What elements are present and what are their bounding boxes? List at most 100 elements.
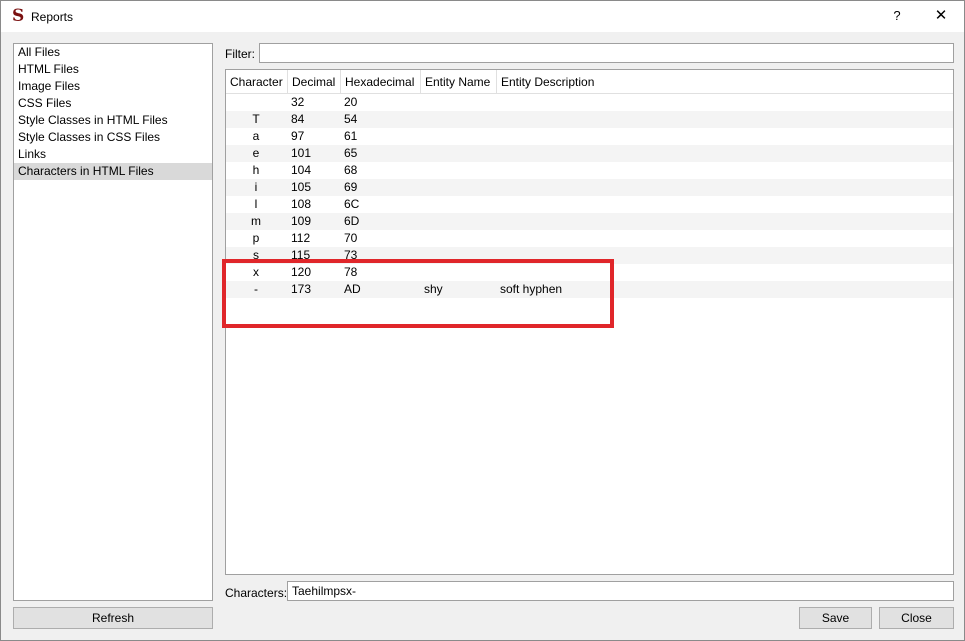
cell-entity-name — [424, 128, 498, 145]
sidebar-item[interactable]: Characters in HTML Files — [14, 163, 212, 180]
column-header-character[interactable]: Character — [226, 70, 288, 94]
characters-label: Characters: — [225, 586, 288, 600]
help-button[interactable]: ? — [885, 5, 909, 29]
cell-decimal: 104 — [291, 163, 312, 177]
cell-entity-description — [500, 145, 700, 162]
table-row[interactable]: x 120 78 — [226, 264, 953, 281]
cell-hexadecimal: 68 — [344, 163, 358, 177]
save-button[interactable]: Save — [799, 607, 872, 629]
filter-input[interactable] — [259, 43, 954, 63]
cell-entity-name — [424, 230, 498, 247]
table-header: ^ Character Decimal Hexadecimal Entity N… — [226, 70, 953, 94]
cell-entity-name: shy — [424, 282, 443, 296]
cell-decimal: 97 — [291, 129, 305, 143]
table-row[interactable]: T 84 54 — [226, 111, 953, 128]
report-type-list: All Files HTML Files Image Files CSS Files S… — [13, 43, 213, 601]
cell-entity-name — [424, 196, 498, 213]
cell-entity-name — [424, 162, 498, 179]
cell-decimal: 173 — [291, 282, 312, 296]
cell-entity-description — [500, 213, 700, 230]
close-window-icon[interactable]: ✕ — [927, 5, 955, 29]
cell-character: h — [252, 163, 260, 177]
cell-entity-description: soft hyphen — [500, 282, 563, 296]
table-row[interactable]: i 105 69 — [226, 179, 953, 196]
cell-decimal: 115 — [291, 248, 311, 262]
table-row[interactable]: a 97 61 — [226, 128, 953, 145]
cell-hexadecimal: 6D — [344, 214, 360, 228]
sidebar-item[interactable]: CSS Files — [14, 95, 212, 112]
characters-field[interactable] — [287, 581, 954, 601]
cell-entity-name — [424, 179, 498, 196]
characters-table: ^ Character Decimal Hexadecimal Entity N… — [225, 69, 954, 575]
cell-decimal: 105 — [291, 180, 312, 194]
sidebar-item[interactable]: Links — [14, 146, 212, 163]
refresh-button[interactable]: Refresh — [13, 607, 213, 629]
sigil-app-icon: S — [12, 6, 25, 26]
cell-decimal: 32 — [291, 95, 305, 109]
cell-decimal: 108 — [291, 197, 312, 211]
column-header-hexadecimal[interactable]: Hexadecimal — [341, 70, 421, 94]
cell-entity-description — [500, 128, 700, 145]
sidebar-item[interactable]: HTML Files — [14, 61, 212, 78]
cell-hexadecimal: 6C — [344, 197, 360, 211]
table-row[interactable]: l 108 6C — [226, 196, 953, 213]
cell-entity-name — [424, 213, 498, 230]
column-header-decimal[interactable]: Decimal — [288, 70, 341, 94]
cell-character: m — [251, 214, 261, 228]
cell-character: e — [252, 146, 260, 160]
cell-entity-name — [424, 264, 498, 281]
sidebar-item[interactable]: All Files — [14, 44, 212, 61]
cell-character: a — [252, 129, 260, 143]
column-header-entity-name[interactable]: Entity Name — [421, 70, 497, 94]
cell-decimal: 120 — [291, 265, 312, 279]
cell-decimal: 101 — [291, 146, 312, 160]
sidebar-item[interactable]: Image Files — [14, 78, 212, 95]
cell-entity-name — [424, 247, 498, 264]
cell-entity-description — [500, 196, 700, 213]
cell-entity-name — [424, 111, 498, 128]
cell-hexadecimal: 70 — [344, 231, 358, 245]
cell-character: p — [252, 231, 260, 245]
cell-entity-description — [500, 247, 700, 264]
window-title: Reports — [31, 10, 74, 24]
reports-dialog: S Reports ? ✕ All Files HTML Files Image F… — [0, 0, 965, 641]
table-row[interactable]: p 112 70 — [226, 230, 953, 247]
table-row[interactable]: 32 20 — [226, 94, 953, 111]
cell-decimal: 109 — [291, 214, 312, 228]
cell-character — [226, 94, 286, 111]
cell-hexadecimal: 73 — [344, 248, 358, 262]
table-row[interactable]: h 104 68 — [226, 162, 953, 179]
cell-entity-name — [424, 94, 498, 111]
sidebar-item[interactable]: Style Classes in CSS Files — [14, 129, 212, 146]
cell-decimal: 84 — [291, 112, 305, 126]
cell-entity-description — [500, 111, 700, 128]
cell-character: T — [252, 112, 260, 126]
sidebar-item[interactable]: Style Classes in HTML Files — [14, 112, 212, 129]
cell-character: s — [253, 248, 259, 262]
cell-character: - — [254, 282, 258, 296]
cell-hexadecimal: 61 — [344, 129, 358, 143]
table-row[interactable]: s 115 73 — [226, 247, 953, 264]
table-row[interactable]: - 173 AD shy soft hyphen — [226, 281, 953, 298]
cell-hexadecimal: 65 — [344, 146, 358, 160]
cell-hexadecimal: 69 — [344, 180, 358, 194]
cell-hexadecimal: AD — [344, 282, 361, 296]
cell-hexadecimal: 54 — [344, 112, 358, 126]
cell-character: l — [254, 197, 258, 211]
cell-entity-description — [500, 264, 700, 281]
cell-entity-description — [500, 179, 700, 196]
title-bar: S Reports ? ✕ — [1, 1, 964, 32]
cell-entity-description — [500, 230, 700, 247]
close-button[interactable]: Close — [879, 607, 954, 629]
table-body: 32 20 T 84 54 a 97 61 e 101 65 h 104 68 i 105 69 l 108 6C m 1… — [226, 94, 953, 298]
cell-hexadecimal: 20 — [344, 95, 358, 109]
cell-character: i — [254, 180, 258, 194]
table-row[interactable]: m 109 6D — [226, 213, 953, 230]
cell-entity-description — [500, 94, 700, 111]
cell-hexadecimal: 78 — [344, 265, 358, 279]
filter-label: Filter: — [225, 47, 255, 61]
column-header-entity-description[interactable]: Entity Description — [497, 70, 953, 94]
cell-entity-name — [424, 145, 498, 162]
cell-decimal: 112 — [291, 231, 311, 245]
table-row[interactable]: e 101 65 — [226, 145, 953, 162]
